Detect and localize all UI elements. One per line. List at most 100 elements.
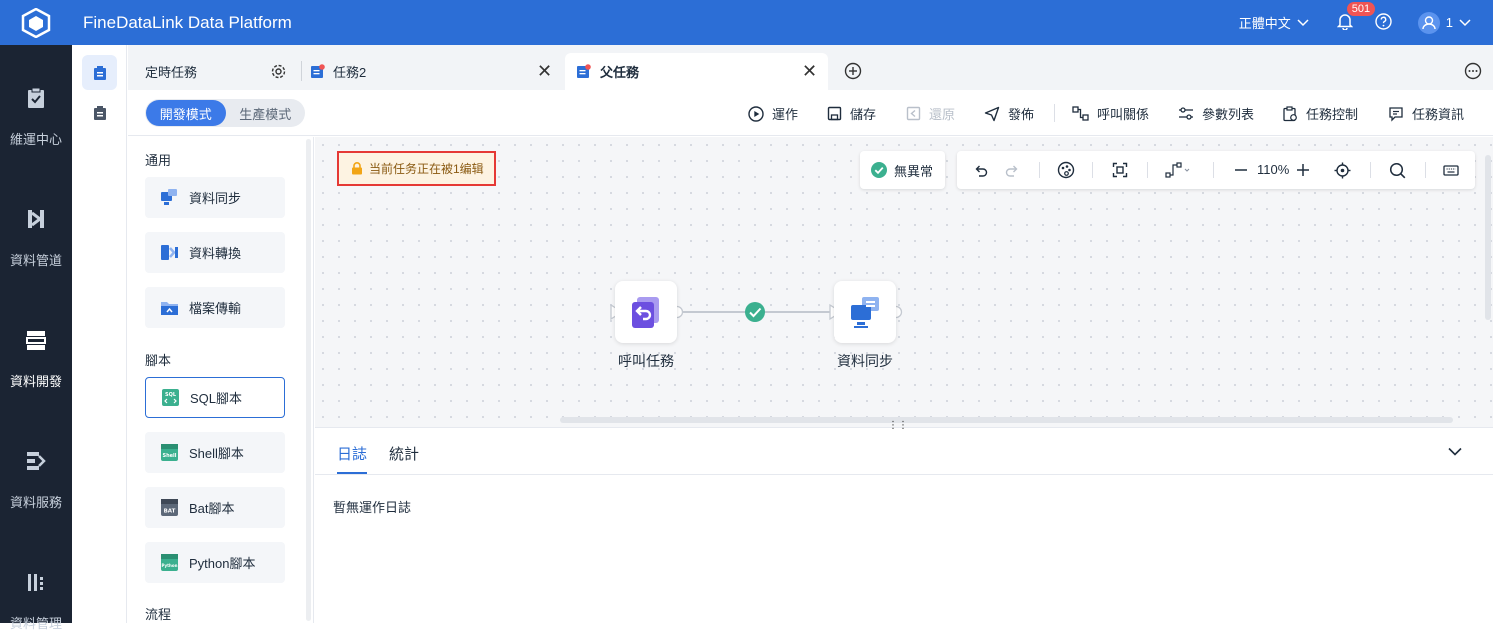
run-label: 運作 [772, 107, 799, 122]
task-list-button[interactable] [82, 55, 117, 90]
restore-button[interactable]: 還原 [906, 104, 955, 123]
nav-label: 維運中心 [9, 132, 62, 147]
palette-item-shell-script[interactable]: Shell Shell腳本 [145, 432, 285, 473]
task-control-icon [1283, 105, 1297, 121]
toolbar-divider [1054, 104, 1055, 122]
run-button[interactable]: 運作 [748, 104, 798, 123]
nav-item-data-dev[interactable]: 資料開發 [0, 329, 72, 390]
palette-label: Python腳本 [189, 556, 256, 571]
user-menu[interactable]: 1 [1417, 11, 1471, 34]
task-control-label: 任務控制 [1306, 107, 1359, 122]
edge-success-icon[interactable] [745, 302, 765, 322]
tab-scheduled-tasks[interactable]: 定時任務 [145, 53, 305, 90]
canvas-horizontal-scrollbar[interactable] [560, 417, 1453, 423]
gear-icon[interactable] [270, 63, 287, 80]
top-bar: FineDataLink Data Platform 正體中文 501 1 [0, 0, 1493, 45]
language-selector[interactable]: 正體中文 [1239, 13, 1309, 32]
publish-button[interactable]: 發佈 [984, 104, 1034, 123]
language-label: 正體中文 [1238, 16, 1291, 31]
clipboard-check-icon [28, 87, 44, 108]
call-relation-label: 呼叫關係 [1097, 107, 1150, 122]
data-sync-icon [851, 297, 879, 328]
svg-text:Shell: Shell [163, 453, 177, 459]
shell-script-icon: Shell [161, 444, 178, 461]
bat-script-icon: BAT [161, 499, 178, 516]
palette-item-data-transform[interactable]: 資料轉換 [145, 232, 285, 273]
palette-item-data-sync[interactable]: 資料同步 [145, 177, 285, 218]
data-manage-icon [28, 574, 43, 591]
node-data-sync[interactable] [834, 281, 896, 343]
workflow-canvas[interactable]: 当前任务正在被1编辑 無異常 110% 呼叫任務 資料同步 [315, 137, 1493, 427]
restore-label: 還原 [929, 107, 956, 122]
prod-mode-button[interactable]: 生產模式 [226, 100, 306, 126]
nav-item-ops-center[interactable]: 維運中心 [0, 87, 72, 148]
tab-label: 定時任務 [145, 65, 198, 80]
svg-text:Python: Python [162, 563, 178, 568]
node-label: 資料同步 [837, 353, 893, 369]
svg-text:BAT: BAT [164, 509, 176, 515]
resource-button[interactable] [82, 95, 117, 130]
more-button[interactable] [1464, 62, 1482, 83]
help-button[interactable] [1375, 12, 1392, 33]
task-info-label: 任務資訊 [1412, 107, 1465, 122]
palette-item-file-transfer[interactable]: 檔案傳輸 [145, 287, 285, 328]
left-nav: 維運中心 資料管道 資料開發 資料服務 資料管理 [0, 45, 72, 631]
data-transform-icon [161, 245, 178, 260]
message-icon [1389, 106, 1403, 122]
save-label: 儲存 [850, 107, 877, 122]
chevron-down-icon [1448, 447, 1462, 456]
nav-item-data-pipeline[interactable]: 資料管道 [0, 208, 72, 269]
nav-item-data-service[interactable]: 資料服務 [0, 450, 72, 511]
palette-label: SQL腳本 [190, 391, 243, 406]
palette-scrollbar[interactable] [306, 139, 311, 621]
clipboard-icon [93, 105, 106, 120]
close-icon[interactable]: ✕ [537, 61, 552, 82]
task-calendar-icon [93, 65, 106, 80]
task-control-button[interactable]: 任務控制 [1282, 104, 1358, 123]
task-toolbar: 開發模式 生產模式 運作 儲存 還原 發佈 呼叫關係 參數列表 任務控制 任務資… [128, 90, 1493, 136]
task-tab-icon [311, 64, 325, 78]
send-icon [984, 106, 1000, 121]
nav-label: 資料開發 [9, 374, 62, 389]
avatar-icon [1417, 11, 1440, 34]
notification-button[interactable]: 501 [1336, 2, 1376, 33]
canvas-vertical-scrollbar[interactable] [1485, 155, 1491, 320]
param-list-button[interactable]: 參數列表 [1178, 104, 1254, 123]
tab-task2[interactable]: 任務2 ✕ [310, 53, 560, 90]
palette-item-sql-script[interactable]: SQL SQL腳本 [145, 377, 285, 418]
tab-statistics[interactable]: 統計 [389, 443, 419, 464]
chevron-down-icon [1297, 18, 1309, 26]
call-relation-button[interactable]: 呼叫關係 [1072, 104, 1149, 123]
data-sync-icon [161, 189, 177, 205]
plus-circle-icon [844, 62, 862, 80]
sql-script-icon: SQL [162, 389, 179, 406]
log-panel: ⋮⋮ 日誌 統計 暫無運作日誌 [315, 420, 1493, 623]
app-logo-icon[interactable] [0, 0, 72, 45]
dev-mode-button[interactable]: 開發模式 [146, 100, 226, 126]
palette-label: Bat腳本 [189, 501, 235, 516]
node-label: 呼叫任務 [618, 353, 674, 369]
workflow-edges [610, 302, 903, 322]
add-tab-button[interactable] [844, 62, 862, 83]
tab-divider [301, 61, 302, 81]
param-list-label: 參數列表 [1202, 107, 1255, 122]
node-call-task[interactable] [615, 281, 677, 343]
play-circle-icon [748, 105, 764, 122]
tab-parent-task[interactable]: 父任務 ✕ [565, 53, 828, 90]
pipeline-icon [28, 210, 44, 228]
panel-resize-handle[interactable]: ⋮⋮ [888, 420, 908, 431]
svg-text:SQL: SQL [165, 392, 177, 398]
more-icon [1464, 62, 1482, 80]
python-script-icon: Python [161, 554, 178, 571]
user-name: 1 [1445, 15, 1453, 30]
tab-log[interactable]: 日誌 [337, 443, 367, 464]
close-icon[interactable]: ✕ [802, 61, 817, 82]
task-info-button[interactable]: 任務資訊 [1388, 104, 1464, 123]
chevron-down-icon [1459, 18, 1471, 26]
palette-label: 資料轉換 [189, 246, 242, 261]
sliders-icon [1179, 107, 1193, 120]
palette-item-python-script[interactable]: Python Python腳本 [145, 542, 285, 583]
save-button[interactable]: 儲存 [827, 104, 876, 123]
palette-item-bat-script[interactable]: BAT Bat腳本 [145, 487, 285, 528]
collapse-panel-button[interactable] [1448, 444, 1462, 459]
